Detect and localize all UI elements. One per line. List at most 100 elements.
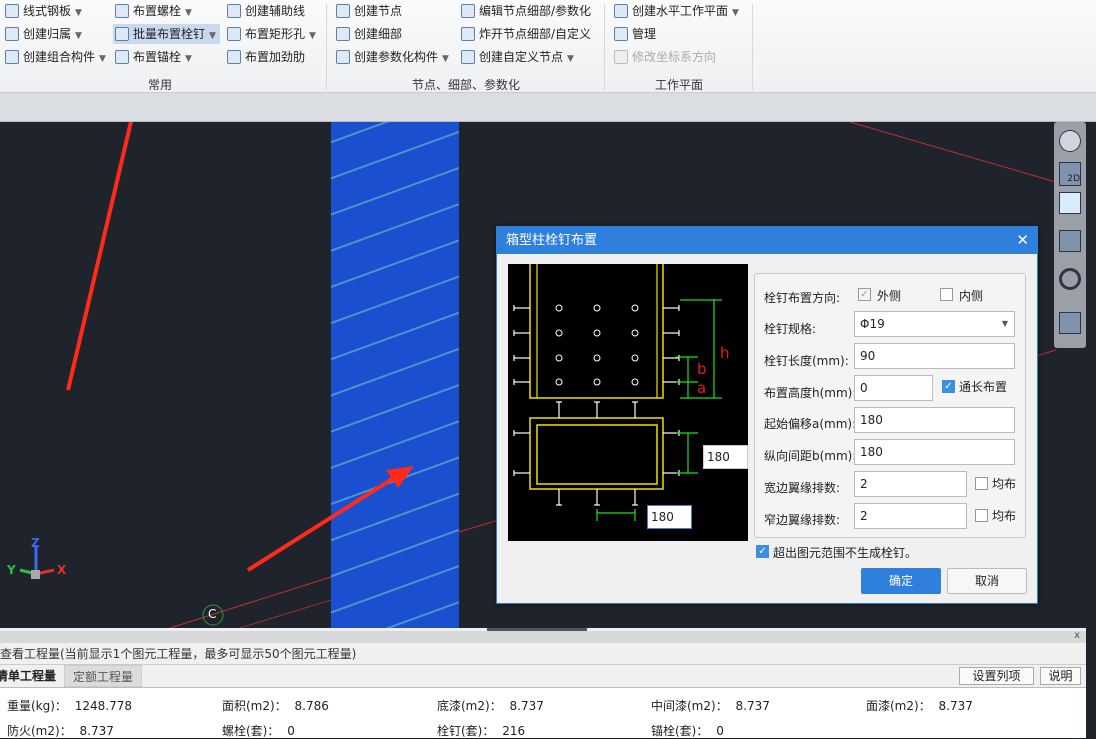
ribbon-button-col6-2[interactable]: 修改坐标系方向 — [612, 47, 716, 67]
chevron-down-icon: ▼ — [309, 31, 316, 41]
chevron-down-icon: ▼ — [75, 31, 82, 41]
ribbon-button-col4-2[interactable]: 创建参数化构件 ▼ — [334, 47, 449, 67]
ribbon-toolbar: 线式钢板 ▼ 创建归属 ▼ 创建组合构件 ▼ 布置螺栓 ▼ 批量布置栓钉 ▼ 布置锚栓 ▼ 创建辅助线布… — [0, 0, 1096, 93]
tool-icon — [115, 4, 129, 18]
stud-layout-diagram: h b a — [508, 261, 748, 541]
ribbon-button-col1-1[interactable]: 创建归属 ▼ — [3, 24, 82, 44]
ribbon-button-col4-0[interactable]: 创建节点 — [334, 1, 402, 21]
spec-label: 栓钉规格: — [764, 322, 817, 336]
quantity-item: 面漆(m2)： 8.737 — [866, 699, 973, 713]
offset-label: 起始偏移a(mm): — [764, 417, 857, 431]
tab-bill-quantity[interactable]: 清单工程量 — [0, 665, 64, 687]
tool-icon — [5, 27, 19, 41]
narrow-rows-label: 窄边翼缘排数: — [764, 513, 841, 527]
ribbon-button-col2-1[interactable]: 批量布置栓钉 ▼ — [113, 24, 220, 44]
ok-button[interactable]: 确定 — [861, 568, 941, 594]
ribbon-group-label: 工作平面 — [655, 78, 704, 92]
tool-icon — [227, 4, 241, 18]
set-columns-button[interactable]: 设置列项 — [959, 667, 1034, 685]
chevron-down-icon: ▼ — [185, 54, 192, 64]
height-label: 布置高度h(mm): — [764, 386, 857, 400]
tool-icon — [614, 4, 628, 18]
quantity-values: 重量(kg)： 1248.778 面积(m2)： 8.786 底漆(m2)： 8.7… — [0, 687, 1086, 738]
ribbon-divider — [604, 4, 605, 90]
ribbon-button-col3-1[interactable]: 布置矩形孔 ▼ — [225, 24, 316, 44]
label-a: a — [697, 379, 707, 397]
close-icon[interactable]: ✕ — [1016, 227, 1029, 254]
parameters-group: 栓钉布置方向: ✓ 外侧 内侧 栓钉规格: Φ19 ▼ 栓钉长度(mm): 90 … — [754, 273, 1026, 538]
offset-input[interactable]: 180 — [854, 407, 1015, 433]
length-input[interactable]: 90 — [854, 343, 1015, 369]
ribbon-divider — [752, 4, 753, 90]
ribbon-group-label: 节点、细部、参数化 — [412, 78, 521, 92]
panel-header: 查看工程量(当前显示1个图元工程量，最多可显示50个图元工程量) — [0, 643, 1086, 665]
label-h: h — [720, 344, 730, 362]
narrow-even-checkbox[interactable] — [975, 509, 988, 522]
chevron-down-icon: ▼ — [185, 8, 192, 18]
quantity-panel: x 查看工程量(当前显示1个图元工程量，最多可显示50个图元工程量) 清单工程量… — [0, 628, 1086, 738]
ribbon-button-col5-2[interactable]: 创建自定义节点 ▼ — [459, 47, 574, 67]
spacing-input[interactable]: 180 — [854, 439, 1015, 465]
direction-label: 栓钉布置方向: — [764, 291, 841, 305]
ribbon-button-col6-1[interactable]: 管理 — [612, 24, 656, 44]
help-button[interactable]: 说明 — [1040, 667, 1081, 685]
full-length-checkbox[interactable]: ✓ — [942, 380, 955, 393]
skip-outside-checkbox[interactable]: ✓ — [756, 545, 769, 558]
tool-icon — [614, 27, 628, 41]
solid-cube-icon[interactable] — [1059, 230, 1081, 252]
ribbon-button-col5-0[interactable]: 编辑节点细部/参数化 — [459, 1, 591, 21]
tool-icon — [5, 50, 19, 64]
outer-label: 外侧 — [877, 289, 902, 303]
ribbon-button-col5-1[interactable]: 炸开节点细部/自定义 — [459, 24, 591, 44]
spec-select[interactable]: Φ19 ▼ — [854, 311, 1015, 337]
ribbon-button-col4-1[interactable]: 创建细部 — [334, 24, 402, 44]
wireframe-cube-icon[interactable] — [1059, 192, 1081, 214]
ribbon-divider — [326, 4, 327, 90]
quantity-item: 底漆(m2)： 8.737 — [437, 699, 544, 713]
tool-icon — [115, 27, 129, 41]
axis-z-label: Z — [31, 536, 40, 550]
tab-quota-quantity[interactable]: 定额工程量 — [64, 665, 142, 687]
chevron-down-icon: ▼ — [99, 54, 106, 64]
chevron-down-icon: ▼ — [1001, 319, 1008, 328]
outer-checkbox[interactable]: ✓ — [858, 288, 871, 301]
narrow-rows-input[interactable]: 2 — [854, 503, 967, 529]
cancel-button[interactable]: 取消 — [947, 568, 1027, 594]
wide-even-checkbox[interactable] — [975, 477, 988, 490]
chevron-down-icon: ▼ — [732, 8, 739, 18]
tool-icon — [461, 4, 475, 18]
tool-icon — [227, 50, 241, 64]
right-spacing-input[interactable]: 180 — [703, 445, 748, 469]
label-b: b — [697, 360, 707, 378]
chevron-down-icon: ▼ — [209, 31, 216, 41]
ribbon-button-col1-2[interactable]: 创建组合构件 ▼ — [3, 47, 106, 67]
rotate-icon[interactable] — [1059, 268, 1081, 290]
toolbar-band — [0, 93, 1096, 122]
ribbon-button-col2-2[interactable]: 布置锚栓 ▼ — [113, 47, 192, 67]
ribbon-button-col3-2[interactable]: 布置加劲肋 — [225, 47, 305, 67]
inner-label: 内侧 — [959, 289, 984, 303]
tool-icon — [336, 50, 350, 64]
spacing-label: 纵向间距b(mm): — [764, 449, 857, 463]
view-2d-icon[interactable]: 2D — [1059, 162, 1081, 186]
checklist-icon[interactable] — [1059, 312, 1081, 334]
tool-icon — [336, 27, 350, 41]
diagram-drawing — [513, 261, 722, 521]
inner-checkbox[interactable] — [940, 288, 953, 301]
dialog-title: 箱型柱栓钉布置 — [497, 227, 1037, 254]
wide-rows-input[interactable]: 2 — [854, 471, 967, 497]
bottom-spacing-input[interactable]: 180 — [647, 505, 692, 529]
quantity-item: 锚栓(套)： 0 — [651, 724, 724, 738]
ribbon-button-col1-0[interactable]: 线式钢板 ▼ — [3, 1, 82, 21]
axis-x-label: X — [57, 563, 67, 577]
skip-outside-label: 超出图元范围不生成栓钉。 — [773, 546, 918, 560]
ribbon-group-label: 常用 — [148, 78, 173, 92]
orbit-icon[interactable] — [1059, 130, 1081, 152]
panel-close-icon[interactable]: x — [1074, 630, 1080, 641]
ribbon-button-col6-0[interactable]: 创建水平工作平面 ▼ — [612, 1, 739, 21]
height-input[interactable]: 0 — [854, 375, 933, 401]
ribbon-button-col3-0[interactable]: 创建辅助线 — [225, 1, 305, 21]
chevron-down-icon: ▼ — [442, 54, 449, 64]
axis-triad-icon — [19, 547, 55, 579]
ribbon-button-col2-0[interactable]: 布置螺栓 ▼ — [113, 1, 192, 21]
